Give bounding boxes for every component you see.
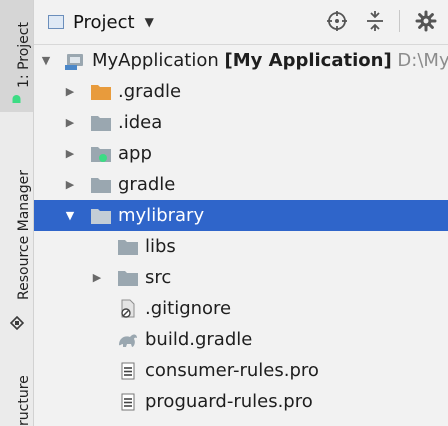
collapsed-arrow-icon[interactable]: ▶ bbox=[63, 85, 77, 99]
tree-row-mylibrary[interactable]: ▼ mylibrary bbox=[34, 200, 448, 231]
module-icon bbox=[65, 54, 83, 70]
resource-manager-icon bbox=[10, 316, 24, 330]
expanded-arrow-icon[interactable]: ▼ bbox=[39, 54, 53, 68]
folder-icon bbox=[118, 271, 138, 286]
root-module-name: [My Application] bbox=[224, 50, 392, 71]
tree-item-label: libs bbox=[145, 236, 176, 257]
tree-item-label: .idea bbox=[118, 112, 163, 133]
collapsed-arrow-icon[interactable]: ▶ bbox=[63, 147, 77, 161]
tree-row-myapplication[interactable]: ▼ MyApplication [My Application] D:\MyA bbox=[34, 45, 448, 76]
text-file-icon bbox=[121, 393, 135, 411]
text-file-icon bbox=[121, 362, 135, 380]
folder-orange-icon bbox=[91, 85, 111, 100]
collapse-all-icon[interactable] bbox=[363, 9, 387, 33]
project-tab-label: 1: Project bbox=[16, 22, 32, 88]
tree-item-label: .gitignore bbox=[145, 298, 232, 319]
tree-row-idea[interactable]: ▶ .idea bbox=[34, 107, 448, 138]
chevron-down-icon[interactable]: ▼ bbox=[145, 15, 154, 29]
tree-row-build-gradle[interactable]: build.gradle bbox=[34, 324, 448, 355]
structure-tab-label: ructure bbox=[16, 375, 32, 426]
tree-item-label: src bbox=[145, 267, 172, 288]
tree-item-label: proguard-rules.pro bbox=[145, 391, 313, 412]
tree-row-libs[interactable]: libs bbox=[34, 231, 448, 262]
tree-row-dot-gradle[interactable]: ▶ .gradle bbox=[34, 76, 448, 107]
gradle-file-icon bbox=[119, 334, 137, 347]
tree-item-label: consumer-rules.pro bbox=[145, 360, 319, 381]
tree-item-label: mylibrary bbox=[118, 205, 205, 226]
tree-row-proguard-rules[interactable]: proguard-rules.pro bbox=[34, 386, 448, 417]
tree-item-label: gradle bbox=[118, 174, 176, 195]
tree-row-gitignore[interactable]: .gitignore bbox=[34, 293, 448, 324]
project-panel-header: Project ▼ bbox=[34, 0, 448, 45]
header-divider bbox=[399, 10, 400, 32]
folder-icon bbox=[118, 240, 138, 255]
root-project-name: MyApplication bbox=[92, 50, 219, 71]
resource-manager-tab-label: Resource Manager bbox=[16, 169, 32, 300]
tree-row-consumer-rules[interactable]: consumer-rules.pro bbox=[34, 355, 448, 386]
folder-icon bbox=[91, 209, 111, 224]
project-tree: ▼ MyApplication [My Application] D:\MyA … bbox=[34, 45, 448, 426]
structure-tool-tab[interactable]: ructure bbox=[0, 366, 33, 426]
collapsed-arrow-icon[interactable]: ▶ bbox=[63, 116, 77, 130]
tree-item-label: app bbox=[118, 143, 152, 164]
collapsed-arrow-icon[interactable]: ▶ bbox=[90, 271, 104, 285]
project-view-icon bbox=[48, 15, 64, 29]
root-project-path: D:\MyA bbox=[397, 50, 448, 71]
android-icon bbox=[12, 95, 21, 103]
tree-item-label: build.gradle bbox=[145, 329, 253, 350]
collapsed-arrow-icon[interactable]: ▶ bbox=[63, 178, 77, 192]
settings-icon[interactable] bbox=[414, 9, 438, 33]
view-selector-label[interactable]: Project bbox=[73, 12, 135, 33]
tree-row-gradle[interactable]: ▶ gradle bbox=[34, 169, 448, 200]
tree-item-label: .gradle bbox=[118, 81, 182, 102]
tree-row-src[interactable]: ▶ src bbox=[34, 262, 448, 293]
module-folder-icon bbox=[91, 147, 111, 162]
locate-icon[interactable] bbox=[325, 9, 349, 33]
tool-window-strip: 1: Project Resource Manager ructure bbox=[0, 0, 34, 426]
expanded-arrow-icon[interactable]: ▼ bbox=[63, 209, 77, 223]
folder-icon bbox=[91, 116, 111, 131]
resource-manager-tool-tab[interactable]: Resource Manager bbox=[0, 150, 33, 340]
tree-row-app[interactable]: ▶ app bbox=[34, 138, 448, 169]
project-tool-tab[interactable]: 1: Project bbox=[0, 0, 33, 112]
folder-icon bbox=[91, 178, 111, 193]
gitignore-file-icon bbox=[121, 299, 135, 318]
